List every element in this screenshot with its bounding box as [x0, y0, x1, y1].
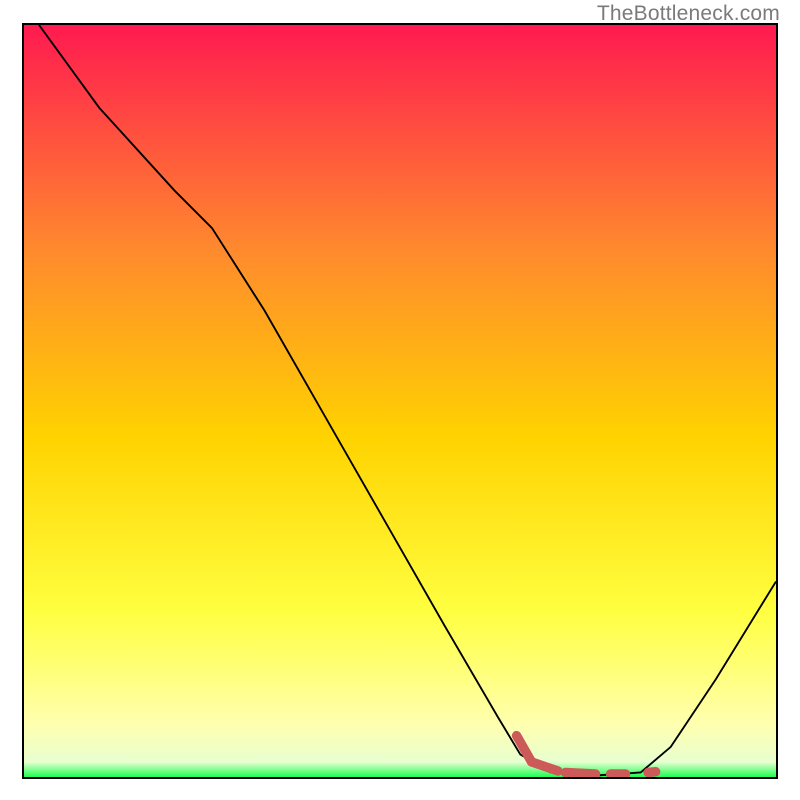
watermark-text: TheBottleneck.com: [597, 2, 780, 26]
bottleneck-curve: [39, 25, 776, 775]
chart-canvas: [24, 25, 776, 777]
highlight-dashes: [517, 736, 656, 774]
chart-lines: [24, 25, 776, 777]
